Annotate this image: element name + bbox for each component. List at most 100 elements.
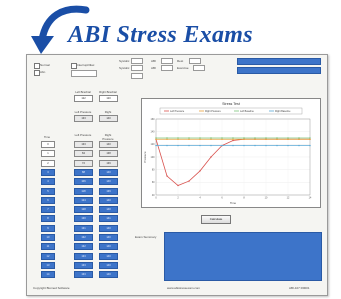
abi-field-1[interactable]	[161, 58, 173, 64]
right-brachial-value[interactable]: 120	[99, 95, 118, 102]
left-pressure-cell[interactable]: 88	[74, 168, 93, 176]
left-pressure-header: Left Pressure	[74, 133, 92, 137]
data-point	[188, 180, 190, 182]
left-pressure-cell[interactable]: 133	[74, 261, 93, 269]
time-cell[interactable]: 3	[41, 168, 55, 176]
right-pressure-cell[interactable]: 139	[99, 159, 118, 167]
y-tick-label: 120	[151, 143, 156, 146]
time-cell[interactable]: 12	[41, 252, 55, 260]
right-pressure-cell[interactable]: 140	[99, 141, 118, 148]
data-point	[298, 144, 300, 147]
data-point	[276, 137, 278, 139]
data-point	[199, 137, 201, 139]
right-pressure-cell[interactable]: 140	[99, 252, 118, 260]
left-pressure-cell[interactable]: 128	[74, 206, 93, 214]
data-point	[276, 138, 278, 140]
time-cell[interactable]: 8	[41, 215, 55, 223]
right-pressure-cell[interactable]: 140	[99, 178, 118, 186]
data-point	[177, 184, 179, 187]
left-pressure-cell[interactable]: 124	[74, 196, 93, 204]
systolic-field-2[interactable]	[131, 65, 143, 71]
right-pressure-cell[interactable]: 140	[99, 224, 118, 232]
right-pressure-cell[interactable]: 141	[99, 215, 118, 223]
left-pressure-cell[interactable]: 132	[74, 243, 93, 251]
legend-entry: Left Baseline	[240, 110, 254, 113]
left-brachial-label: Left Brachial	[75, 90, 91, 94]
y-axis-label: Pressure	[143, 151, 147, 163]
y-tick-label: 60	[152, 181, 155, 184]
left-pressure-cell[interactable]: 118	[74, 187, 93, 195]
data-point	[265, 138, 267, 140]
left-pressure-cell[interactable]: 130	[74, 215, 93, 223]
exercise-field[interactable]	[193, 65, 205, 71]
abn-label: Abn	[40, 70, 46, 74]
left-pressure-cell[interactable]: 133	[74, 252, 93, 260]
x-tick-label: 8	[243, 197, 245, 200]
x-tick-label: 4	[199, 197, 201, 200]
time-cell[interactable]: 2	[41, 159, 55, 167]
x-tick-label: 10	[265, 197, 268, 200]
left-pressure-cell[interactable]: 131	[74, 224, 93, 232]
data-point	[166, 137, 168, 139]
right-pressure-cell[interactable]: 139	[99, 187, 118, 195]
left-pressure-label: Left Pressure	[74, 110, 92, 114]
time-cell[interactable]: 4	[41, 178, 55, 186]
x-tick-label: 12	[287, 197, 290, 200]
right-pressure-cell[interactable]: 140	[99, 168, 118, 176]
right-pressure-cell[interactable]: 140	[99, 271, 118, 279]
extra-field[interactable]	[131, 73, 143, 79]
footer-website: www.abistressexam.com	[167, 286, 201, 290]
left-pressure-cell[interactable]: 133	[74, 141, 93, 148]
data-point	[188, 138, 190, 140]
data-point	[188, 137, 190, 139]
stress-test-chart: Stress Test Left Pressure Right Pressure Le…	[141, 98, 321, 208]
rest-field[interactable]	[189, 58, 201, 64]
data-point	[265, 137, 267, 139]
footer-copyright: Copyright Biomed Software	[33, 286, 70, 290]
left-pressure-cell[interactable]: 72	[74, 159, 93, 167]
right-pressure-value[interactable]: 140	[99, 115, 118, 122]
interrupt-label: Interrupt/Iliac	[77, 63, 95, 67]
calculate-button[interactable]: Calculate	[201, 215, 231, 224]
data-point	[166, 138, 168, 140]
time-cell[interactable]: 0	[41, 141, 55, 148]
left-pressure-cell[interactable]: 132	[74, 234, 93, 241]
left-brachial-value[interactable]: 122	[74, 95, 93, 102]
data-point	[287, 137, 289, 139]
left-pressure-cell[interactable]: 84	[74, 150, 93, 158]
banner-title: ABI Stress Exams	[68, 22, 253, 48]
time-cell[interactable]: 7	[41, 206, 55, 214]
exam-summary-box[interactable]	[164, 232, 322, 281]
left-pressure-value[interactable]: 133	[74, 115, 93, 122]
time-cell[interactable]: 6	[41, 196, 55, 204]
systolic-field-1[interactable]	[131, 58, 143, 64]
left-pressure-cell[interactable]: 133	[74, 271, 93, 279]
left-pressure-cell[interactable]: 106	[74, 178, 93, 186]
data-point	[298, 137, 300, 139]
data-point	[232, 139, 234, 142]
right-pressure-cell[interactable]: 140	[99, 243, 118, 251]
time-cell[interactable]: 1	[41, 150, 55, 158]
legend-entry: Left Pressure	[170, 110, 185, 113]
y-tick-label: 160	[151, 118, 156, 121]
right-pressure-cell[interactable]: 140	[99, 196, 118, 204]
right-pressure-cell[interactable]: 138	[99, 150, 118, 158]
time-cell[interactable]: 9	[41, 224, 55, 232]
time-cell[interactable]: 10	[41, 234, 55, 241]
x-axis-label: Time	[230, 201, 237, 205]
time-cell[interactable]: 13	[41, 261, 55, 269]
data-point	[155, 138, 157, 140]
right-pressure-cell[interactable]: 140	[99, 206, 118, 214]
right-pressure-cell[interactable]: 140	[99, 234, 118, 241]
data-point	[177, 138, 179, 140]
right-pressure-cell[interactable]: 140	[99, 261, 118, 269]
notes-field[interactable]	[71, 70, 97, 77]
time-cell[interactable]: 14	[41, 271, 55, 279]
data-point	[243, 138, 245, 140]
abi-field-2[interactable]	[161, 65, 173, 71]
data-point	[243, 144, 245, 147]
time-cell[interactable]: 11	[41, 243, 55, 251]
time-cell[interactable]: 5	[41, 187, 55, 195]
data-point	[232, 137, 234, 139]
banner: ABI Stress Exams	[0, 0, 341, 58]
